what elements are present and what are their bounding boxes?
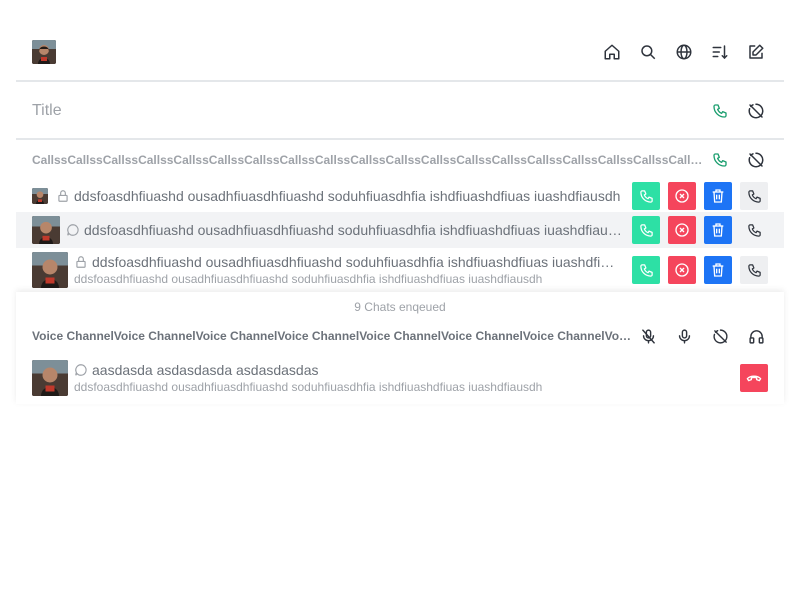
sort-icon[interactable] xyxy=(706,38,734,66)
queue-item-name: ddsfoasdhfiuashd ousadhfiuasdhfiuashd so… xyxy=(92,254,622,270)
active-call-row[interactable]: aasdasda asdasdasda asdasdasdas ddsfoasd… xyxy=(16,358,784,398)
chat-icon xyxy=(74,363,88,377)
phone-icon[interactable] xyxy=(740,216,768,244)
avatar xyxy=(32,188,48,204)
active-call-name: aasdasda asdasdasda asdasdasdas xyxy=(92,362,319,378)
search-icon[interactable] xyxy=(634,38,662,66)
queue-item[interactable]: ddsfoasdhfiuashd ousadhfiuasdhfiuashd so… xyxy=(16,250,784,290)
trash-icon[interactable] xyxy=(704,256,732,284)
voice-call-panel: 9 Chats enqeued Voice ChannelVoice Chann… xyxy=(16,292,784,404)
accept-call-button[interactable] xyxy=(632,182,660,210)
accept-call-button[interactable] xyxy=(632,256,660,284)
queue-item-subtitle: ddsfoasdhfiuashd ousadhfiuasdhfiuashd so… xyxy=(74,272,543,286)
status-off-icon[interactable] xyxy=(742,146,770,174)
accept-call-button[interactable] xyxy=(632,216,660,244)
enqueued-count: 9 Chats enqeued xyxy=(354,300,446,314)
queue-item[interactable]: ddsfoasdhfiuashd ousadhfiuasdhfiuashd so… xyxy=(16,180,784,212)
voice-channel-title: Voice ChannelVoice ChannelVoice ChannelV… xyxy=(32,329,632,343)
queue-item-name: ddsfoasdhfiuashd ousadhfiuasdhfiuashd so… xyxy=(74,188,621,204)
trash-icon[interactable] xyxy=(704,216,732,244)
edit-icon[interactable] xyxy=(742,38,770,66)
lock-icon xyxy=(56,189,70,203)
app: Title CallssCallssCallssCallssCallssCall… xyxy=(0,0,800,600)
globe-icon[interactable] xyxy=(670,38,698,66)
status-off-icon[interactable] xyxy=(742,97,770,125)
avatar xyxy=(32,360,68,396)
avatar xyxy=(32,252,68,288)
decline-button[interactable] xyxy=(668,182,696,210)
section-title: CallssCallssCallssCallssCallssCallssCall… xyxy=(32,153,704,167)
title-row: Title xyxy=(16,84,784,140)
home-icon[interactable] xyxy=(598,38,626,66)
user-avatar[interactable] xyxy=(32,40,56,64)
phone-icon[interactable] xyxy=(740,256,768,284)
chat-icon xyxy=(66,223,80,237)
active-call-subtitle: ddsfoasdhfiuashd ousadhfiuasdhfiuashd so… xyxy=(74,380,543,394)
lock-icon xyxy=(74,255,88,269)
phone-icon[interactable] xyxy=(706,97,734,125)
mic-off-icon[interactable] xyxy=(634,322,662,350)
avatar xyxy=(32,216,60,244)
section-header: CallssCallssCallssCallssCallssCallssCall… xyxy=(16,146,784,174)
headphones-icon[interactable] xyxy=(742,322,770,350)
hang-up-button[interactable] xyxy=(740,364,768,392)
decline-button[interactable] xyxy=(668,216,696,244)
sidebar-header xyxy=(16,24,784,82)
page-title: Title xyxy=(32,102,62,119)
queue-item[interactable]: ddsfoasdhfiuashd ousadhfiuasdhfiuashd so… xyxy=(16,212,784,248)
voice-channel-header: Voice ChannelVoice ChannelVoice ChannelV… xyxy=(16,322,784,350)
queue-item-name: ddsfoasdhfiuashd ousadhfiuasdhfiuashd so… xyxy=(84,222,622,238)
decline-button[interactable] xyxy=(668,256,696,284)
phone-icon[interactable] xyxy=(706,146,734,174)
status-off-icon[interactable] xyxy=(706,322,734,350)
phone-icon[interactable] xyxy=(740,182,768,210)
mic-icon[interactable] xyxy=(670,322,698,350)
trash-icon[interactable] xyxy=(704,182,732,210)
